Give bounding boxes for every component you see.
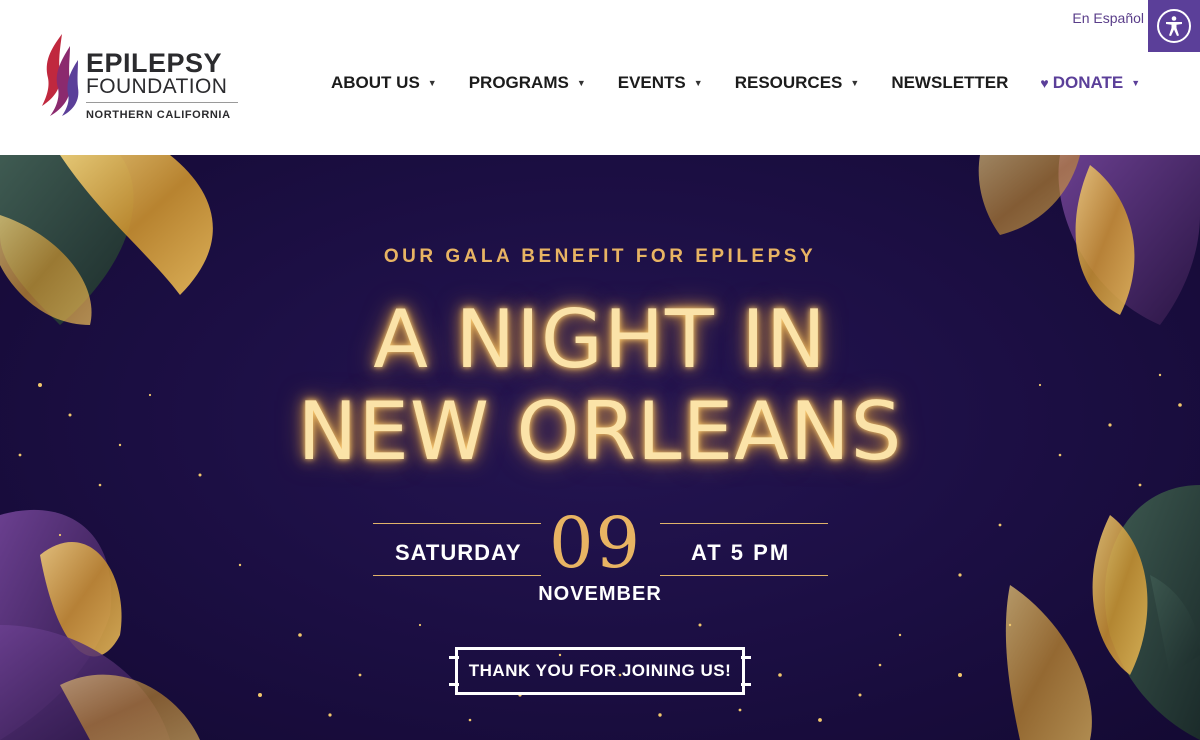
flame-logo-icon <box>42 34 79 116</box>
event-day: SATURDAY <box>395 540 522 565</box>
hero-eyebrow: OUR GALA BENEFIT FOR EPILEPSY <box>383 246 817 267</box>
gala-hero-banner: OUR GALA BENEFIT FOR EPILEPSY A NIGHT IN… <box>0 155 1200 740</box>
nav-resources[interactable]: RESOURCES ▼ <box>735 73 860 93</box>
event-date: SATURDAY 09 AT 5 PM <box>373 502 828 584</box>
hero-title-line2: NEW ORLEANS <box>297 385 903 478</box>
nav-about-us[interactable]: ABOUT US ▼ <box>331 73 437 93</box>
logo-line2: FOUNDATION <box>86 76 238 103</box>
logo-line3: NORTHERN CALIFORNIA <box>86 109 231 121</box>
caret-down-icon: ▼ <box>850 78 860 88</box>
nav-label: PROGRAMS <box>468 73 569 92</box>
hero-title-line1: A NIGHT IN <box>373 293 827 386</box>
nav-programs[interactable]: PROGRAMS ▼ <box>469 73 586 93</box>
nav-donate[interactable]: ♥ DONATE ▼ <box>1040 73 1140 93</box>
nav-events[interactable]: EVENTS ▼ <box>618 73 703 93</box>
divider <box>373 575 541 576</box>
event-month: NOVEMBER <box>538 583 662 605</box>
accessibility-button[interactable] <box>1148 0 1200 52</box>
caret-down-icon: ▼ <box>576 78 586 88</box>
accessibility-icon <box>1157 9 1191 43</box>
event-date-number: 09 <box>549 502 643 584</box>
nav-newsletter[interactable]: NEWSLETTER <box>891 73 1008 93</box>
logo-line1: EPILEPSY <box>86 48 223 78</box>
divider <box>373 523 541 524</box>
nav-label: ABOUT US <box>331 73 420 92</box>
nav-label: RESOURCES <box>734 73 843 92</box>
caret-down-icon: ▼ <box>427 78 437 88</box>
language-toggle-link[interactable]: En Español <box>1072 10 1144 26</box>
nav-label: DONATE <box>1052 73 1124 92</box>
nav-label: NEWSLETTER <box>891 73 1009 92</box>
main-nav: ABOUT US ▼ PROGRAMS ▼ EVENTS ▼ RESOURCES… <box>331 73 1140 93</box>
thank-you-button[interactable]: THANK YOU FOR JOINING US! <box>449 647 751 695</box>
cta-label: THANK YOU FOR JOINING US! <box>468 661 732 680</box>
divider <box>660 575 828 576</box>
divider <box>660 523 828 524</box>
caret-down-icon: ▼ <box>693 78 703 88</box>
heart-icon: ♥ <box>1040 75 1049 91</box>
site-logo[interactable]: EPILEPSY FOUNDATION NORTHERN CALIFORNIA <box>40 32 250 128</box>
nav-label: EVENTS <box>617 73 686 92</box>
caret-down-icon: ▼ <box>1131 78 1141 88</box>
event-time: AT 5 PM <box>691 540 791 565</box>
site-header: En Español EPILEPSY FOUNDATION NORTHERN … <box>0 0 1200 155</box>
